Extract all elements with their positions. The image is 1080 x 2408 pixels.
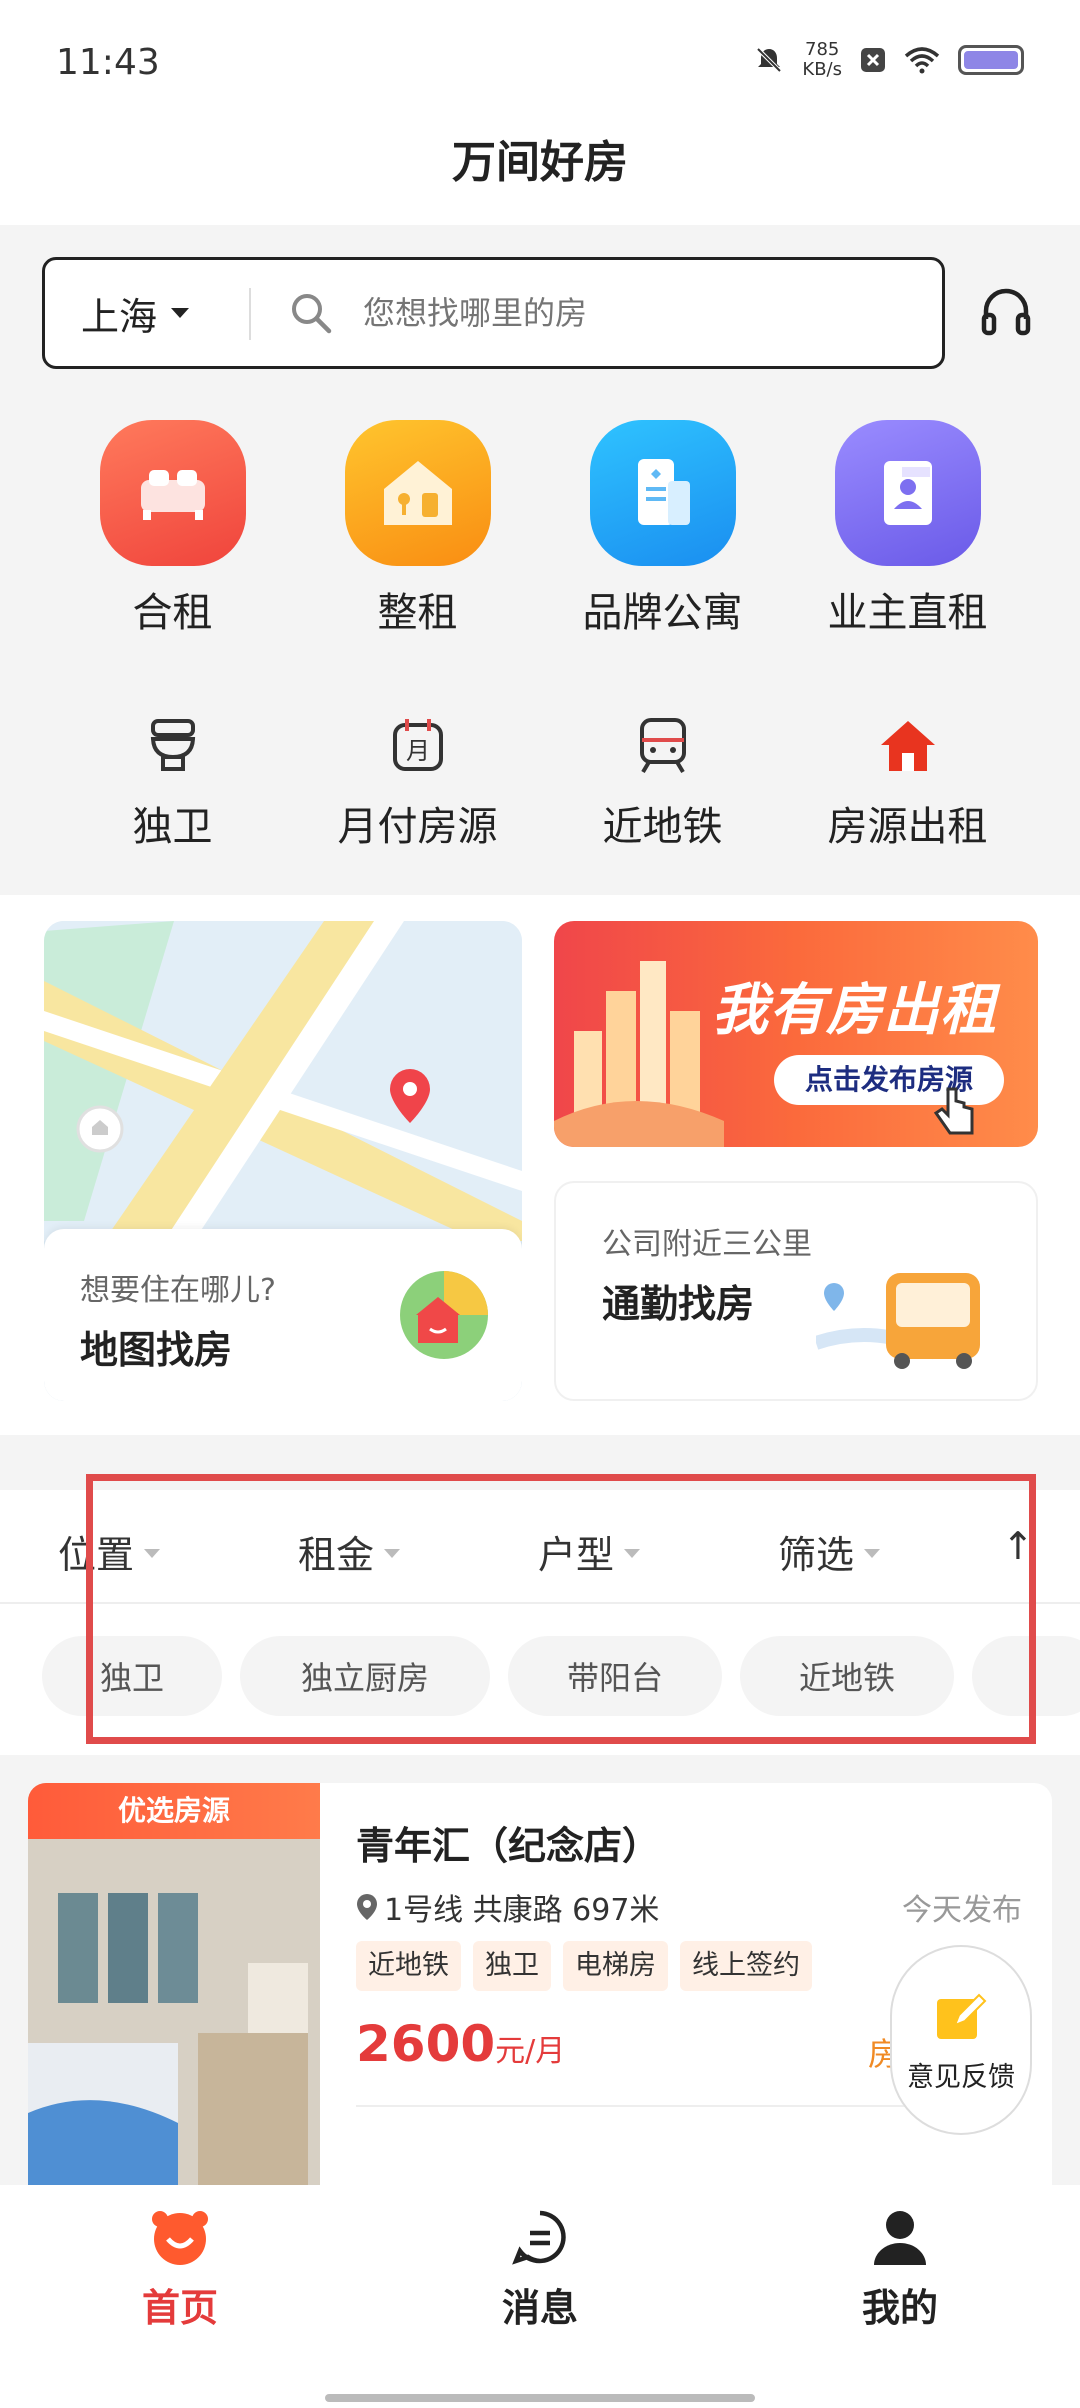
nav-label: 消息: [501, 2286, 578, 2330]
app-header: 万间好房: [0, 120, 1080, 225]
category-label: 整租: [377, 590, 458, 636]
listing-location-text: 1号线 共康路 697米: [384, 1893, 660, 1928]
search-input[interactable]: [363, 294, 883, 332]
listing-tag: 线上签约: [680, 1941, 812, 1991]
bus-icon: [816, 1273, 980, 1369]
subcategory-monthly[interactable]: 月 月付房源: [295, 710, 540, 852]
search-bar[interactable]: 上海: [42, 257, 945, 369]
feedback-label: 意见反馈: [907, 2061, 1015, 2093]
subcategory-near-subway[interactable]: 近地铁: [540, 710, 785, 852]
net-speed-value: 785: [805, 39, 840, 60]
category-grid: 合租 整租 品牌公寓 业主直租: [0, 420, 1080, 638]
listing-tag: 电梯房: [563, 1941, 668, 1991]
svg-text:月: 月: [406, 737, 430, 765]
city-selector[interactable]: 上海: [45, 260, 251, 366]
bed-icon: [99, 420, 246, 566]
category-whole[interactable]: 整租: [295, 420, 540, 638]
subcategory-list-property[interactable]: 房源出租: [785, 710, 1030, 852]
room-photo: [28, 1783, 320, 2203]
owner-icon: [834, 420, 981, 566]
category-label: 品牌公寓: [582, 590, 743, 636]
subcategory-label: 近地铁: [602, 804, 723, 850]
nav-home[interactable]: 首页: [80, 2207, 280, 2332]
category-label: 合租: [132, 590, 213, 636]
map-location-icon: [400, 1271, 488, 1359]
net-speed: 785 KB/s: [802, 40, 842, 80]
listing-posted: 今天发布: [902, 1893, 1022, 1928]
hand-pointer-icon: [933, 1087, 974, 1135]
net-speed-unit: KB/s: [802, 59, 842, 80]
building-icon: [589, 420, 736, 566]
close-box-icon: [861, 48, 885, 72]
headset-icon[interactable]: [978, 285, 1034, 341]
listing-tags: 近地铁 独卫 电梯房 线上签约: [356, 1941, 812, 1991]
message-icon: [512, 2210, 566, 2265]
map-search-card[interactable]: 想要住在哪儿? 地图找房: [44, 921, 522, 1401]
category-brand-apartment[interactable]: 品牌公寓: [540, 420, 785, 638]
subcategory-private-bath[interactable]: 独卫: [50, 710, 295, 852]
home-indicator: [325, 2394, 755, 2402]
list-property-banner[interactable]: 我有房出租 点击发布房源: [554, 921, 1038, 1147]
toilet-icon: [148, 710, 198, 780]
mute-icon: [756, 47, 782, 73]
home-logo-icon: [152, 2211, 208, 2265]
subcategory-row: 独卫 月 月付房源 近地铁 房源出租: [0, 710, 1080, 852]
subcategory-label: 月付房源: [337, 804, 498, 850]
edit-icon: [937, 1993, 987, 2039]
listing-photo: 优选房源: [28, 1783, 320, 2203]
search-icon: [292, 294, 332, 334]
nav-messages[interactable]: 消息: [440, 2207, 640, 2332]
listing-price: 2600元/月: [356, 2015, 565, 2073]
subcategory-label: 房源出租: [827, 804, 988, 850]
category-shared[interactable]: 合租: [50, 420, 295, 638]
nav-label: 首页: [141, 2286, 218, 2330]
feature-cards: 想要住在哪儿? 地图找房 我有房出租 点击发布房源 公司附近三公里 通勤找房: [0, 895, 1080, 1435]
building-illustration: [554, 961, 724, 1147]
highlight-box: [86, 1474, 1036, 1744]
top-section: 上海 合租 整租 品牌公寓 业主直: [0, 225, 1080, 895]
city-label: 上海: [81, 294, 158, 339]
status-icons: 785 KB/s: [754, 40, 1024, 80]
category-owner-direct[interactable]: 业主直租: [785, 420, 1030, 638]
status-bar: 11:43 785 KB/s: [0, 0, 1080, 120]
caret-down-icon: [171, 308, 190, 318]
home-red-icon: [877, 710, 939, 780]
listing-price-unit: 元/月: [495, 2034, 566, 2069]
category-label: 业主直租: [827, 590, 988, 636]
location-pin-icon: [357, 1894, 377, 1920]
subway-icon: [637, 710, 689, 780]
listing-badge: 优选房源: [28, 1783, 320, 1839]
feedback-button[interactable]: 意见反馈: [890, 1945, 1032, 2135]
map-card-info: 想要住在哪儿? 地图找房: [44, 1229, 522, 1401]
map-illustration: [44, 921, 522, 1241]
calendar-icon: 月: [391, 710, 445, 780]
nav-profile[interactable]: 我的: [800, 2207, 1000, 2332]
nav-label: 我的: [861, 2286, 938, 2330]
listing-tag: 近地铁: [356, 1941, 461, 1991]
wifi-icon: [904, 47, 940, 74]
bottom-nav: 首页 消息 我的: [0, 2185, 1080, 2408]
commute-search-card[interactable]: 公司附近三公里 通勤找房: [554, 1181, 1038, 1401]
subcategory-label: 独卫: [132, 804, 213, 850]
commute-subtitle: 公司附近三公里: [602, 1227, 812, 1262]
listing-title: 青年汇（纪念店）: [356, 1824, 661, 1868]
user-icon: [874, 2211, 926, 2265]
listing-price-value: 2600: [356, 2015, 496, 2073]
listing-tag: 独卫: [473, 1941, 551, 1991]
page-title: 万间好房: [452, 137, 628, 188]
battery-icon: [958, 45, 1024, 75]
banner-title: 我有房出租: [712, 978, 997, 1043]
status-time: 11:43: [56, 42, 160, 83]
house-icon: [344, 420, 491, 566]
listing-location: 1号线 共康路 697米: [356, 1885, 659, 1929]
